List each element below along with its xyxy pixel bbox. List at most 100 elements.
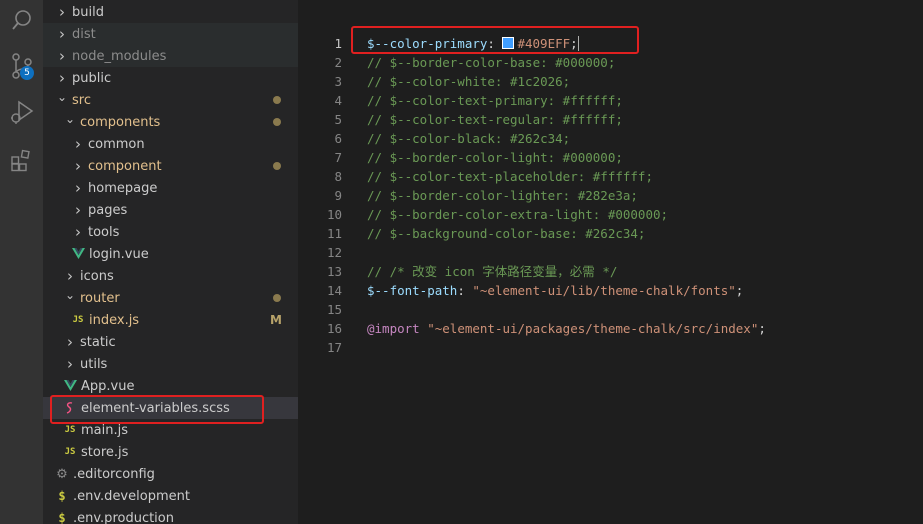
line-number: 15 xyxy=(326,302,342,317)
line-number: 10 xyxy=(326,207,342,222)
chevron-down-icon[interactable]: ⌄ xyxy=(63,289,77,305)
code-token: // $--border-color-light: #000000; xyxy=(367,150,623,165)
code-line[interactable]: 8 // $--color-text-placeholder: #ffffff; xyxy=(298,167,923,186)
code-content: // $--border-color-light: #000000; xyxy=(367,148,623,167)
vue-file-icon xyxy=(63,379,77,393)
tree-item-label: homepage xyxy=(88,180,158,196)
chevron-right-icon[interactable]: › xyxy=(63,357,77,372)
tree-item[interactable]: ⌄ src xyxy=(43,89,298,111)
chevron-right-icon[interactable]: › xyxy=(71,181,85,196)
line-number: 3 xyxy=(334,74,342,89)
chevron-right-icon[interactable]: › xyxy=(71,137,85,152)
tree-item-label: store.js xyxy=(81,444,129,460)
code-token: : xyxy=(457,283,473,298)
code-editor[interactable]: 1 $--color-primary: #409EFF; 2// $--border… xyxy=(298,0,923,524)
code-line[interactable]: 15 xyxy=(298,300,923,319)
gear-icon: ⚙ xyxy=(56,466,68,482)
code-token: ; xyxy=(758,321,766,336)
code-content: // $--border-color-base: #000000; xyxy=(367,53,615,72)
code-line[interactable]: 10 // $--border-color-extra-light: #00000… xyxy=(298,205,923,224)
file-explorer: › build › dist › node_modules › public ⌄ src ⌄ comp… xyxy=(43,0,298,524)
source-control-icon[interactable] xyxy=(0,46,43,86)
chevron-right-icon[interactable]: › xyxy=(55,5,69,20)
chevron-right-icon[interactable]: › xyxy=(71,159,85,174)
chevron-down-icon[interactable]: ⌄ xyxy=(63,113,77,129)
chevron-down-icon[interactable]: ⌄ xyxy=(55,91,69,107)
tree-item[interactable]: › homepage xyxy=(43,177,298,199)
code-line[interactable]: 2 // $--border-color-base: #000000; xyxy=(298,53,923,72)
tree-item[interactable]: › common xyxy=(43,133,298,155)
tree-item[interactable]: › static xyxy=(43,331,298,353)
tree-item-label: utils xyxy=(80,356,108,372)
code-line[interactable]: 5 // $--color-text-regular: #ffffff; xyxy=(298,110,923,129)
tree-item[interactable]: ⌄ router xyxy=(43,287,298,309)
env-file-icon: $ xyxy=(58,489,66,503)
tree-item[interactable]: JS store.js xyxy=(43,441,298,463)
tree-item[interactable]: › pages xyxy=(43,199,298,221)
chevron-right-icon[interactable]: › xyxy=(55,71,69,86)
code-token: // $--color-text-primary: #ffffff; xyxy=(367,93,623,108)
chevron-right-icon[interactable]: › xyxy=(71,225,85,240)
git-status-badge: M xyxy=(270,313,282,327)
tree-item[interactable]: ⚙ .editorconfig xyxy=(43,463,298,485)
run-debug-icon[interactable] xyxy=(0,92,43,132)
code-token: // $--border-color-lighter: #282e3a; xyxy=(367,188,638,203)
code-line[interactable]: 12 xyxy=(298,243,923,262)
code-line[interactable]: 13 // /* 改变 icon 字体路径变量，必需 */ xyxy=(298,262,923,281)
line-number: 7 xyxy=(334,150,342,165)
extensions-icon[interactable] xyxy=(0,140,43,180)
tree-item[interactable]: $ .env.development xyxy=(43,485,298,507)
tree-item[interactable]: $ .env.production xyxy=(43,507,298,524)
tree-item[interactable]: JS index.js M xyxy=(43,309,298,331)
chevron-right-icon[interactable]: › xyxy=(55,49,69,64)
tree-item[interactable]: › build xyxy=(43,1,298,23)
tree-item[interactable]: › public xyxy=(43,67,298,89)
code-line[interactable]: 14 $--font-path: "~element-ui/lib/theme-c… xyxy=(298,281,923,300)
tree-item-label: public xyxy=(72,70,112,86)
chevron-right-icon[interactable]: › xyxy=(63,335,77,350)
tree-item-label: .editorconfig xyxy=(73,466,155,482)
tree-item[interactable]: › node_modules xyxy=(43,45,298,67)
code-line[interactable]: 16 @import "~element-ui/packages/theme-ch… xyxy=(298,319,923,338)
tree-item[interactable]: › component xyxy=(43,155,298,177)
tree-item-label: component xyxy=(88,158,162,174)
code-line[interactable]: 7 // $--border-color-light: #000000; xyxy=(298,148,923,167)
code-token: // $--background-color-base: #262c34; xyxy=(367,226,646,241)
code-token: // $--border-color-base: #000000; xyxy=(367,55,616,70)
code-line[interactable]: 17 xyxy=(298,338,923,357)
code-line[interactable]: 4 // $--color-text-primary: #ffffff; xyxy=(298,91,923,110)
highlight-box-selected-file xyxy=(50,395,264,424)
tree-item[interactable]: › dist xyxy=(43,23,298,45)
line-number: 9 xyxy=(334,188,342,203)
code-content: // $--color-white: #1c2026; xyxy=(367,72,570,91)
code-line[interactable]: 3 // $--color-white: #1c2026; xyxy=(298,72,923,91)
tree-item[interactable]: login.vue xyxy=(43,243,298,265)
code-token: "~element-ui/packages/theme-chalk/src/in… xyxy=(427,321,759,336)
search-icon[interactable] xyxy=(0,0,43,40)
chevron-right-icon[interactable]: › xyxy=(55,27,69,42)
modified-dot xyxy=(273,118,281,126)
code-content: @import "~element-ui/packages/theme-chal… xyxy=(367,319,766,338)
chevron-right-icon[interactable]: › xyxy=(63,269,77,284)
modified-dot xyxy=(273,96,281,104)
tree-item[interactable]: ⌄ components xyxy=(43,111,298,133)
js-file-icon: JS xyxy=(64,447,76,457)
js-file-icon: JS xyxy=(72,315,84,325)
line-number: 16 xyxy=(326,321,342,336)
code-token: // $--color-text-placeholder: #ffffff; xyxy=(367,169,653,184)
code-content: // $--color-text-placeholder: #ffffff; xyxy=(367,167,653,186)
code-line[interactable]: 9 // $--border-color-lighter: #282e3a; xyxy=(298,186,923,205)
highlight-box-primary-color xyxy=(351,26,639,54)
chevron-right-icon[interactable]: › xyxy=(71,203,85,218)
tree-item-label: App.vue xyxy=(81,378,135,394)
code-token: @import xyxy=(367,321,420,336)
tree-item[interactable]: App.vue xyxy=(43,375,298,397)
code-line[interactable]: 6 // $--color-black: #262c34; xyxy=(298,129,923,148)
code-content: $--font-path: "~element-ui/lib/theme-cha… xyxy=(367,281,743,300)
code-line[interactable]: 11 // $--background-color-base: #262c34; xyxy=(298,224,923,243)
tree-item[interactable]: › utils xyxy=(43,353,298,375)
tree-item[interactable]: › tools xyxy=(43,221,298,243)
tree-item-label: .env.production xyxy=(73,510,174,524)
tree-item[interactable]: › icons xyxy=(43,265,298,287)
tree-item-label: components xyxy=(80,114,161,130)
